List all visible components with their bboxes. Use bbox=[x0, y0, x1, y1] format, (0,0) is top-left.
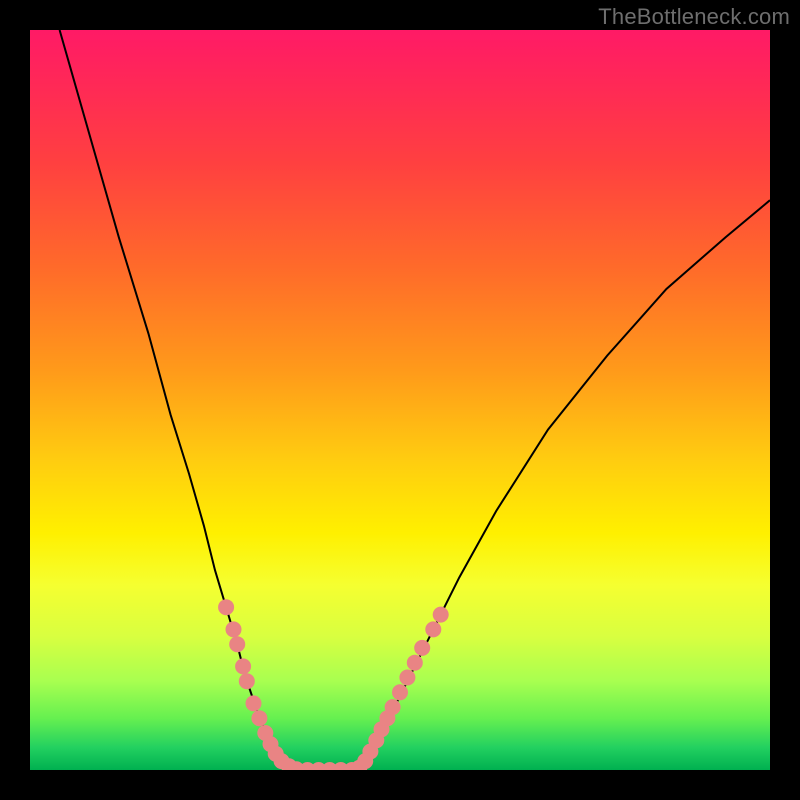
scatter-dots bbox=[218, 599, 449, 770]
scatter-dot bbox=[425, 621, 441, 637]
scatter-dot bbox=[218, 599, 234, 615]
scatter-dot bbox=[226, 621, 242, 637]
scatter-dot bbox=[229, 636, 245, 652]
watermark-text: TheBottleneck.com bbox=[598, 4, 790, 30]
scatter-dot bbox=[239, 673, 255, 689]
scatter-layer bbox=[30, 30, 770, 770]
scatter-dot bbox=[433, 607, 449, 623]
scatter-dot bbox=[246, 695, 262, 711]
scatter-dot bbox=[414, 640, 430, 656]
scatter-dot bbox=[235, 658, 251, 674]
scatter-dot bbox=[385, 699, 401, 715]
scatter-dot bbox=[251, 710, 267, 726]
scatter-dot bbox=[392, 684, 408, 700]
chart-frame: TheBottleneck.com bbox=[0, 0, 800, 800]
scatter-dot bbox=[399, 670, 415, 686]
plot-area bbox=[30, 30, 770, 770]
scatter-dot bbox=[407, 655, 423, 671]
